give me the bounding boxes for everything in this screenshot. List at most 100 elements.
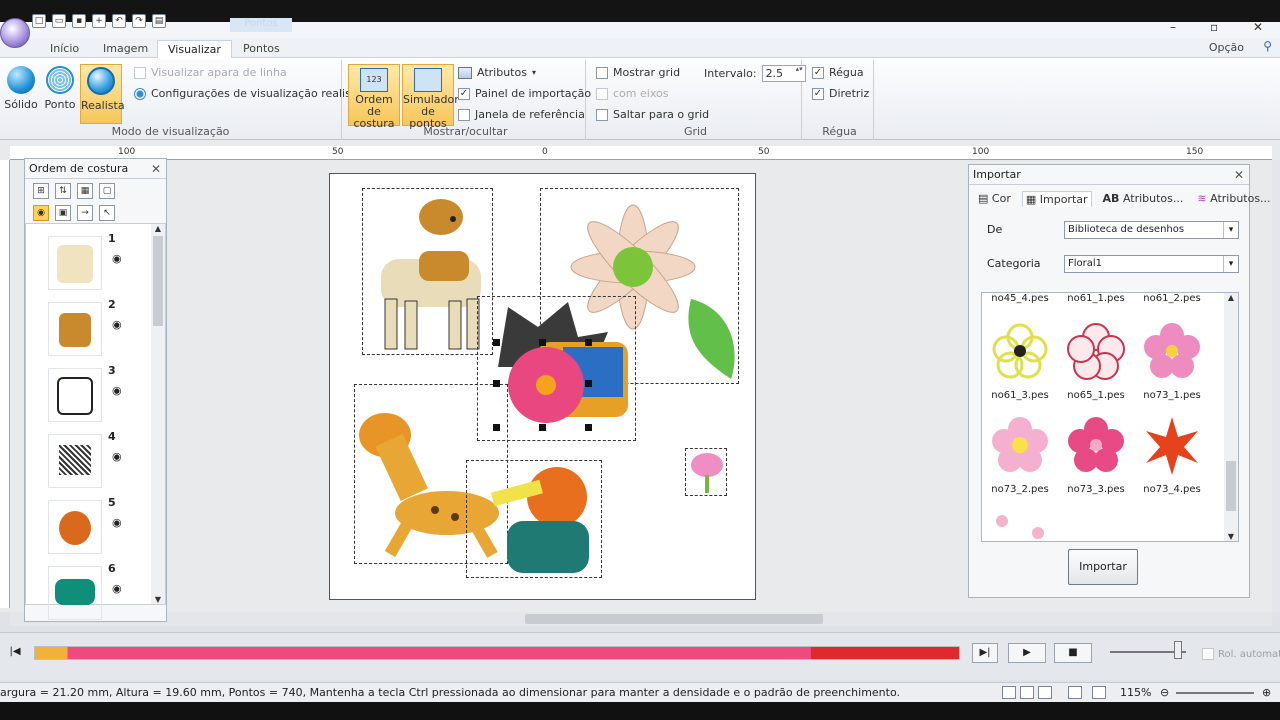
list-item[interactable]: 3 ◉	[26, 364, 136, 426]
solido-button[interactable]: Sólido	[2, 64, 40, 111]
scroll-thumb[interactable]	[153, 236, 163, 326]
minimize-icon[interactable]: –	[1170, 20, 1176, 34]
arrow-right-icon[interactable]: →	[77, 205, 93, 221]
eye-icon[interactable]: ◉	[112, 516, 122, 529]
eye-icon[interactable]: ◉	[112, 318, 122, 331]
tab-atributos-texto[interactable]: AB Atributos...	[1100, 191, 1187, 207]
help-user-icon[interactable]: ⚲	[1263, 39, 1272, 53]
tab-importar[interactable]: ▦ Importar	[1021, 191, 1092, 207]
list-item[interactable]: 6 ◉	[26, 562, 136, 624]
resize-handle[interactable]	[585, 424, 592, 431]
scroll-thumb[interactable]	[1226, 461, 1236, 511]
library-item[interactable]: no73_4.pes	[1134, 413, 1210, 495]
simulador-pontos-button[interactable]: Simulador de pontos	[402, 64, 459, 130]
solid-view-icon[interactable]	[1002, 686, 1016, 699]
list-item[interactable]: 5 ◉	[26, 496, 136, 558]
library-item[interactable]: no65_1.pes	[1058, 319, 1134, 401]
maximize-icon[interactable]: ▫	[1210, 20, 1218, 34]
eye-icon[interactable]: ◉	[112, 582, 122, 595]
page-view-icon[interactable]	[1092, 686, 1106, 699]
grid-view-icon[interactable]	[1068, 686, 1082, 699]
resize-handle[interactable]	[539, 339, 546, 346]
close-icon[interactable]: ✕	[1253, 20, 1263, 34]
tab-inicio[interactable]: Início	[40, 40, 89, 58]
design-dog[interactable]	[362, 188, 493, 355]
mostrar-grid-option[interactable]: Mostrar grid	[596, 66, 680, 79]
zoom-out-icon[interactable]: ⊖	[1160, 683, 1169, 702]
library-scrollbar[interactable]: ▲ ▼	[1224, 293, 1238, 541]
speed-slider-knob[interactable]	[1174, 641, 1182, 659]
move-order-icon[interactable]: ⇅	[55, 183, 71, 199]
rol-automat-option[interactable]: Rol. automat.	[1202, 648, 1280, 660]
config-realista-option[interactable]: Configurações de visualização realista	[134, 87, 362, 100]
library-item[interactable]: no73_2.pes	[982, 413, 1058, 495]
stitch-view-icon[interactable]	[1020, 686, 1034, 699]
saltar-grid-option[interactable]: Saltar para o grid	[596, 108, 709, 121]
chevron-up-icon[interactable]: ▲	[151, 224, 165, 233]
ordem-costura-button[interactable]: 123 Ordem de costura	[348, 64, 400, 130]
categoria-select[interactable]: Floral1	[1064, 255, 1239, 273]
save-icon[interactable]: ▪	[72, 14, 86, 28]
de-select[interactable]: Biblioteca de desenhos	[1064, 221, 1239, 239]
rol-automat-checkbox[interactable]	[1202, 648, 1214, 660]
play-icon[interactable]: ▶	[1008, 643, 1046, 663]
scroll-thumb[interactable]	[525, 614, 823, 624]
visualizar-apara-checkbox[interactable]	[134, 66, 146, 79]
design-tulip[interactable]	[685, 448, 727, 496]
tab-cor[interactable]: ▤ Cor	[975, 191, 1014, 207]
skip-start-icon[interactable]: |◀	[2, 643, 28, 663]
close-icon[interactable]: ✕	[1234, 165, 1244, 185]
chevron-up-icon[interactable]: ▲	[1224, 293, 1238, 302]
lock-icon[interactable]: ▣	[55, 205, 71, 221]
eye-icon[interactable]: ◉	[112, 384, 122, 397]
chevron-down-icon[interactable]: ▼	[1224, 532, 1238, 541]
resize-handle[interactable]	[493, 339, 500, 346]
chevron-down-icon[interactable]: ▼	[151, 595, 165, 604]
color-group-icon[interactable]: ▦	[77, 183, 93, 199]
window-icon[interactable]: ▤	[152, 14, 166, 28]
visualizar-apara-option[interactable]: Visualizar apara de linha	[134, 66, 287, 79]
list-item[interactable]: 2 ◉	[26, 298, 136, 360]
painel-importacao-option[interactable]: ✓ Painel de importação	[458, 87, 591, 100]
open-folder-icon[interactable]: ▭	[52, 14, 66, 28]
realista-button[interactable]: Realista	[80, 64, 125, 124]
com-eixos-checkbox[interactable]	[596, 87, 608, 100]
stitch-progress-track[interactable]	[34, 646, 960, 660]
eye-icon[interactable]: ◉	[33, 205, 49, 221]
janela-referencia-option[interactable]: Janela de referência	[458, 108, 585, 121]
sequence-scrollbar[interactable]: ▲ ▼	[151, 224, 165, 604]
skip-end-icon[interactable]: ▶|	[972, 643, 998, 663]
regua-option[interactable]: ✓ Régua	[812, 66, 864, 79]
zoom-icon[interactable]: +	[92, 14, 106, 28]
com-eixos-option[interactable]: com eixos	[596, 87, 668, 100]
resize-handle[interactable]	[493, 424, 500, 431]
resize-handle[interactable]	[585, 380, 592, 387]
ponto-button[interactable]: Ponto	[42, 64, 78, 111]
tab-visualizar[interactable]: Visualizar	[157, 40, 232, 58]
tab-imagem[interactable]: Imagem	[93, 40, 158, 58]
list-item[interactable]: 1 ◉	[26, 232, 136, 294]
opcao-menu[interactable]: Opção	[1209, 41, 1244, 54]
list-item[interactable]: 4 ◉	[26, 430, 136, 492]
close-icon[interactable]: ✕	[151, 159, 161, 179]
resize-handle[interactable]	[539, 424, 546, 431]
library-item[interactable]	[982, 507, 1058, 541]
resize-handle[interactable]	[493, 380, 500, 387]
tab-atributos-ponto[interactable]: ≋ Atributos...	[1194, 191, 1273, 207]
design-page[interactable]	[329, 173, 756, 600]
library-item[interactable]: no73_1.pes	[1134, 319, 1210, 401]
intervalo-spinner[interactable]: 2.5	[761, 65, 806, 82]
eye-icon[interactable]: ◉	[112, 450, 122, 463]
zoom-in-icon[interactable]: ⊕	[1262, 683, 1271, 702]
mostrar-grid-checkbox[interactable]	[596, 66, 608, 79]
frame-icon[interactable]: ▢	[99, 183, 115, 199]
library-item[interactable]: no73_3.pes	[1058, 413, 1134, 495]
library-item[interactable]: no61_3.pes	[982, 319, 1058, 401]
resize-handle[interactable]	[585, 339, 592, 346]
zoom-slider[interactable]	[1176, 692, 1254, 694]
atributos-dropdown[interactable]: Atributos ▾	[458, 66, 536, 79]
redo-icon[interactable]: ↷	[132, 14, 146, 28]
realistic-view-icon[interactable]	[1038, 686, 1052, 699]
eye-icon[interactable]: ◉	[112, 252, 122, 265]
tab-pontos[interactable]: Pontos	[233, 40, 290, 58]
